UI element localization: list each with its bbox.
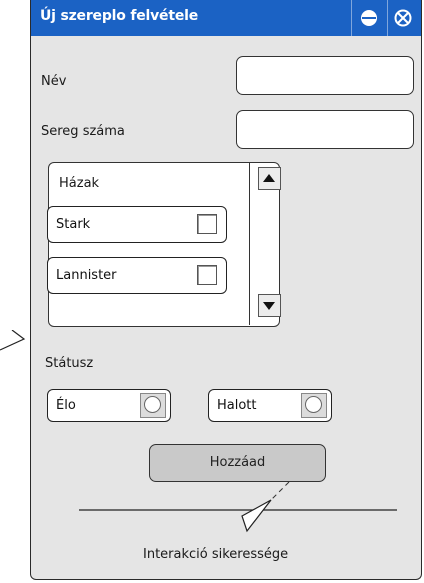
interaction-annotation: [79, 481, 397, 533]
dialog-window: Új szereplo felvétele Név Sereg száma Há…: [30, 0, 422, 580]
interaction-success-label: Interakció sikeressége: [143, 547, 289, 562]
incoming-arrow-icon: [0, 330, 26, 351]
